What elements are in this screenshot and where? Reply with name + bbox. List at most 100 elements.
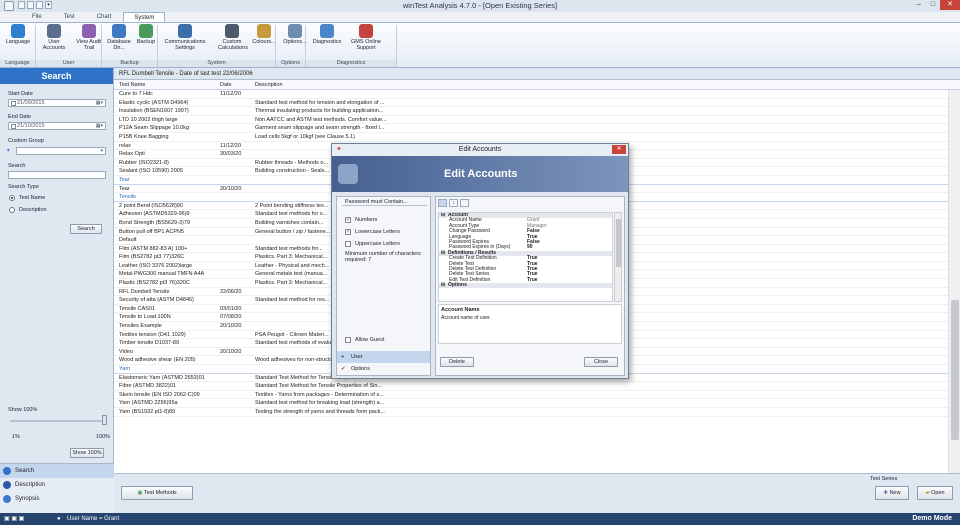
- left-nav-search[interactable]: Search: [0, 464, 114, 478]
- cell-desc: Load cells 5kgf or 10kgf (see Clause 5.1…: [255, 133, 355, 140]
- ribbon-button-network[interactable]: Communications Settings: [162, 24, 208, 51]
- collapse-icon[interactable]: ⊟: [441, 282, 445, 288]
- left-nav-label: Search: [15, 468, 35, 474]
- cell-name: Button pull off BP1 ACPN5: [119, 228, 185, 235]
- table-row[interactable]: Yarn (BS1932 pt1-8)89 Testing the strengt…: [114, 408, 948, 417]
- ribbon-button-audit[interactable]: View Audit Trail: [74, 24, 104, 51]
- cell-name: Textiles tension (D41 1029): [119, 331, 186, 338]
- cell-date: 22/06/20: [220, 288, 242, 295]
- cell-name: relax: [119, 142, 131, 149]
- test-name-radio[interactable]: [9, 195, 15, 201]
- lowercase-checkbox[interactable]: ✓: [345, 229, 351, 235]
- description-radio[interactable]: [9, 207, 15, 213]
- start-date-field[interactable]: 21/09/2015 ▦▾: [8, 99, 106, 107]
- slider-min-label: 1%: [12, 434, 20, 440]
- ribbon-group-separator: [396, 25, 397, 67]
- show-100-button[interactable]: Show 100%: [70, 448, 104, 458]
- sort-alpha-icon[interactable]: ↕: [449, 199, 458, 207]
- audit-icon: [82, 24, 96, 38]
- end-date-checkbox[interactable]: [11, 124, 16, 129]
- table-row[interactable]: Cure to 7 Hdc 11/12/20: [114, 90, 948, 99]
- search-input[interactable]: [8, 171, 106, 179]
- users-icon: [47, 24, 61, 38]
- dialog-nav-user[interactable]: ● User: [337, 351, 430, 363]
- ribbon-button-support[interactable]: GMS Online Support: [346, 24, 386, 51]
- start-date-checkbox[interactable]: [11, 101, 16, 106]
- col-header-date[interactable]: Date: [220, 80, 232, 90]
- dialog-nav-options[interactable]: ✔ Options: [337, 363, 430, 375]
- close-button[interactable]: ✕: [940, 0, 960, 10]
- minimize-button[interactable]: –: [912, 0, 926, 10]
- cell-name: LTD 10 2002 thigh large: [119, 116, 178, 123]
- help-title: Account Name: [441, 307, 480, 313]
- table-row[interactable]: LTD 10 2002 thigh large Non AATCC and AST…: [114, 116, 948, 125]
- property-category[interactable]: ⊟ Options: [439, 282, 612, 289]
- cell-desc: Thermal insulating products for building…: [255, 108, 384, 115]
- table-row[interactable]: Insulation (BSEN1607 1997) Thermal insula…: [114, 107, 948, 116]
- end-date-label: End Date: [8, 114, 31, 120]
- test-methods-button[interactable]: ▣ Test Methods: [121, 486, 193, 500]
- ribbon-button-brush[interactable]: Colours...: [250, 24, 278, 45]
- app-icon[interactable]: [4, 1, 14, 11]
- table-row[interactable]: Skein tensile (EN ISO 2062-C)09 Textiles …: [114, 391, 948, 400]
- left-nav-description[interactable]: Description: [0, 478, 114, 492]
- calendar-icon[interactable]: ▦▾: [96, 100, 103, 107]
- left-nav-synopsis[interactable]: Synopsis: [0, 492, 114, 506]
- ribbon-button-users[interactable]: User Accounts: [40, 24, 68, 51]
- property-help-box: Account Name Account name of user.: [438, 304, 622, 344]
- table-row[interactable]: P12A Seam Slippage 10.0kg Garment seam sl…: [114, 124, 948, 133]
- quick-save-icon[interactable]: [18, 1, 25, 9]
- grid-scrollbar[interactable]: [948, 90, 960, 473]
- categorized-icon[interactable]: [438, 199, 447, 207]
- table-row[interactable]: Fibre (ASTMD 3822)01 Standard Test Method…: [114, 382, 948, 391]
- delete-button[interactable]: Delete: [440, 357, 474, 367]
- uppercase-checkbox[interactable]: [345, 241, 351, 247]
- maximize-button[interactable]: □: [926, 0, 940, 10]
- menu-tab-file[interactable]: File: [22, 12, 52, 22]
- allow-guest-checkbox[interactable]: [345, 337, 351, 343]
- cell-name: Leather (ISO 3376 2002)large: [119, 262, 193, 269]
- users-icon: [338, 164, 358, 184]
- dialog-nav-options-label: Options: [351, 366, 370, 372]
- ribbon-button-globe[interactable]: Language: [4, 24, 32, 45]
- menu-tab-chart[interactable]: Chart: [87, 12, 122, 22]
- menu-tab-test[interactable]: Test: [54, 12, 85, 22]
- ribbon-button-database[interactable]: Database Dir...: [106, 24, 132, 51]
- quick-open-icon[interactable]: [27, 1, 34, 9]
- quick-print-icon[interactable]: [36, 1, 43, 9]
- ribbon-button-backup[interactable]: Backup: [134, 24, 158, 45]
- zoom-slider-thumb[interactable]: [102, 415, 107, 425]
- quick-dropdown-icon[interactable]: ▾: [45, 1, 52, 9]
- pin-icon[interactable]: ✦: [6, 148, 11, 154]
- end-date-field[interactable]: 21/10/2015 ▦▾: [8, 122, 106, 130]
- col-header-test-name[interactable]: Test Name: [119, 80, 145, 90]
- column-headers: Test Name Date Description: [114, 80, 960, 90]
- check-icon: ✔: [341, 366, 346, 372]
- custom-group-select[interactable]: ▾: [16, 147, 106, 155]
- ribbon-button-label: Communications Settings: [164, 39, 206, 51]
- table-row[interactable]: Yarn (ASTMD 2256)95a Standard test method…: [114, 399, 948, 408]
- open-button[interactable]: ▰ Open: [917, 486, 953, 500]
- new-button[interactable]: ✚ New: [875, 486, 909, 500]
- ribbon-button-diagnostics[interactable]: Diagnostics: [312, 24, 342, 45]
- zoom-slider-track[interactable]: [10, 420, 104, 422]
- numbers-checkbox[interactable]: ✓: [345, 217, 351, 223]
- property-grid-scrollbar[interactable]: [614, 212, 622, 302]
- ribbon-button-calculator[interactable]: Custom Calculations: [218, 24, 248, 51]
- dialog-close-button[interactable]: ✕: [612, 145, 626, 154]
- cell-name: Metal PWG300 manual TMFN A4A: [119, 271, 205, 278]
- cell-desc: Testing the strength of yarns and thread…: [255, 408, 385, 415]
- search-panel: Search Start Date 21/09/2015 ▦▾ End Date …: [0, 68, 114, 513]
- table-row[interactable]: Elastic cyclic (ASTM D4964) Standard test…: [114, 99, 948, 108]
- search-panel-title: Search: [0, 68, 113, 84]
- dialog-close-text-button[interactable]: Close: [584, 357, 618, 367]
- menu-tab-system[interactable]: System: [123, 12, 166, 22]
- cell-name: Film (BS2782 pt3 77)326C: [119, 254, 185, 261]
- property-pages-icon[interactable]: [460, 199, 469, 207]
- search-button[interactable]: Search: [70, 224, 102, 234]
- col-header-description[interactable]: Description: [255, 80, 283, 90]
- scrollbar-thumb[interactable]: [951, 300, 959, 440]
- chevron-down-icon: ▾: [100, 148, 103, 154]
- calendar-icon[interactable]: ▦▾: [96, 123, 103, 130]
- table-row[interactable]: P15B Knee Bagging Load cells 5kgf or 10kg…: [114, 133, 948, 142]
